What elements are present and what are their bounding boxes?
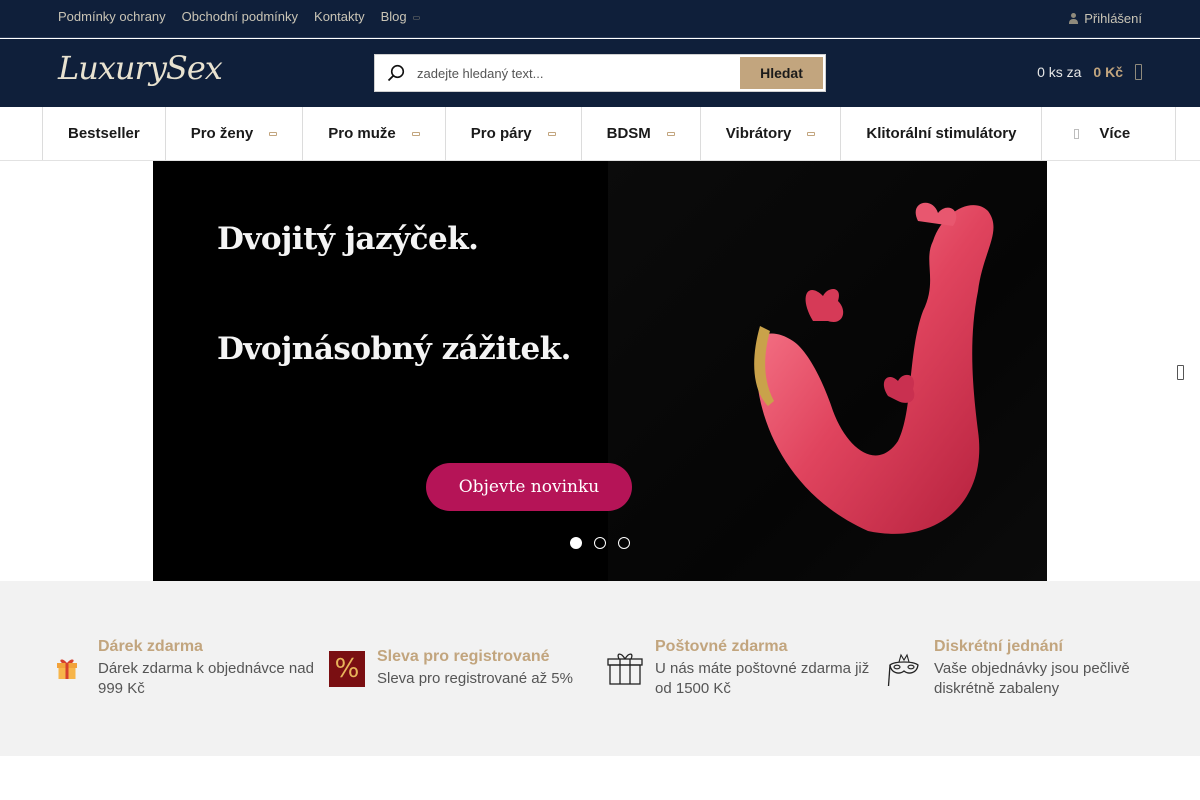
nav-item-label: Bestseller [68, 125, 140, 142]
slider-dots [570, 537, 630, 549]
chevron-down-icon [807, 131, 816, 136]
link-blog[interactable]: Blog ▭ [381, 9, 421, 24]
slider-dot-1[interactable] [570, 537, 582, 549]
link-terms[interactable]: Obchodní podmínky [182, 9, 298, 24]
link-contacts[interactable]: Kontakty [314, 9, 365, 24]
chevron-down-icon [666, 131, 675, 136]
benefit-gift: Dárek zdarma Dárek zdarma k objednávce n… [98, 638, 323, 699]
benefit-title: Poštovné zdarma [655, 638, 788, 655]
benefit-discreet: Diskrétní jednání Vaše objednávky jsou p… [934, 638, 1159, 699]
link-privacy[interactable]: Podmínky ochrany [58, 9, 166, 24]
nav-item-pro-zeny[interactable]: Pro ženy [166, 107, 304, 160]
slider-next-icon[interactable] [1177, 365, 1184, 380]
nav-item-pro-pary[interactable]: Pro páry [446, 107, 582, 160]
benefit-text: U nás máte poštovné zdarma již od 1500 K… [655, 660, 870, 697]
benefit-text: Vaše objednávky jsou pečlivě diskrétně z… [934, 660, 1130, 697]
chevron-down-icon [269, 131, 278, 136]
nav-item-label: Klitorální stimulátory [866, 125, 1017, 142]
top-bar: Podmínky ochrany Obchodní podmínky Konta… [0, 0, 1200, 38]
benefit-discount: Sleva pro registrované Sleva pro registr… [377, 648, 597, 689]
nav-item-pro-muze[interactable]: Pro muže [303, 107, 446, 160]
hero-headline-1: Dvojitý jazýček. [217, 221, 479, 257]
package-icon [607, 653, 643, 685]
nav-item-label: Pro páry [470, 125, 532, 142]
link-blog-label: Blog [380, 9, 407, 24]
slider-dot-3[interactable] [618, 537, 630, 549]
login-link[interactable]: Přihlášení [1069, 11, 1142, 26]
main-nav: Bestseller Pro ženy Pro muže Pro páry BD… [0, 107, 1200, 161]
benefit-text: Sleva pro registrované až 5% [377, 670, 573, 687]
chevron-down-icon [411, 131, 420, 136]
search-button[interactable]: Hledat [740, 57, 823, 89]
logo[interactable]: LuxurySex [58, 49, 223, 87]
chevron-down-icon [547, 131, 556, 136]
nav-item-label: Pro muže [328, 125, 396, 142]
benefit-text: Dárek zdarma k objednávce nad 999 Kč [98, 660, 314, 697]
gift-icon [57, 659, 77, 679]
benefits-strip: Dárek zdarma Dárek zdarma k objednávce n… [0, 581, 1200, 756]
nav-item-label: Vibrátory [725, 125, 792, 142]
nav-item-vibratory[interactable]: Vibrátory [701, 107, 842, 160]
cart-icon [1135, 64, 1142, 80]
cart-price: 0 Kč [1093, 64, 1123, 80]
menu-icon [1074, 128, 1080, 139]
benefit-title: Diskrétní jednání [934, 638, 1063, 655]
search-box: Hledat [374, 54, 826, 92]
nav-item-more[interactable]: Více [1042, 107, 1177, 160]
search-input[interactable] [417, 55, 737, 91]
chevron-down-icon: ▭ [412, 13, 421, 22]
hero-cta-button[interactable]: Objevte novinku [426, 463, 632, 511]
nav-item-bdsm[interactable]: BDSM [582, 107, 701, 160]
nav-items: Bestseller Pro ženy Pro muže Pro páry BD… [42, 107, 1177, 160]
user-icon [1069, 13, 1079, 24]
nav-item-label: Pro ženy [190, 125, 254, 142]
nav-item-label: Více [1099, 125, 1131, 142]
benefit-shipping: Poštovné zdarma U nás máte poštovné zdar… [655, 638, 880, 699]
hero-headline-2: Dvojnásobný zážitek. [217, 331, 571, 367]
product-image [754, 202, 994, 534]
top-links: Podmínky ochrany Obchodní podmínky Konta… [58, 9, 420, 24]
cart-summary[interactable]: 0 ks za 0 Kč [1037, 64, 1142, 80]
cart-count: 0 ks za [1037, 64, 1082, 80]
login-label: Přihlášení [1084, 11, 1142, 26]
benefit-title: Dárek zdarma [98, 638, 203, 655]
nav-item-label: BDSM [606, 125, 651, 142]
percent-icon: % [329, 651, 365, 687]
nav-item-klitoralni-stimulatory[interactable]: Klitorální stimulátory [841, 107, 1043, 160]
mask-icon [887, 653, 919, 687]
slider-dot-2[interactable] [594, 537, 606, 549]
benefit-title: Sleva pro registrované [377, 648, 550, 665]
nav-item-bestseller[interactable]: Bestseller [43, 107, 166, 160]
hero-banner[interactable]: Dvojitý jazýček. Dvojnásobný zážitek. Ob… [153, 161, 1047, 581]
header: LuxurySex Hledat 0 ks za 0 Kč [0, 39, 1200, 107]
search-icon [387, 64, 405, 82]
